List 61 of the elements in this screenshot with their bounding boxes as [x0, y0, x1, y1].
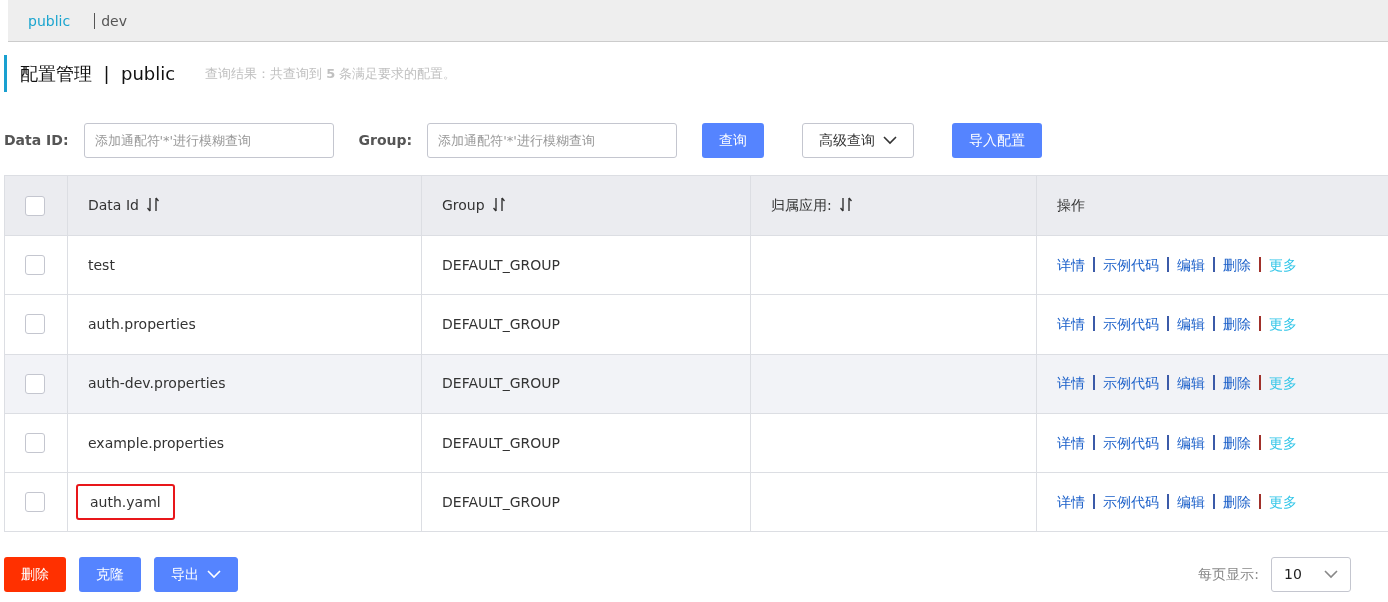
search-field[interactable]: 添加通配符'*'进行模糊查询 [427, 122, 678, 158]
action-link[interactable]: 编辑 [1177, 493, 1205, 510]
action-link[interactable]: 示例代码 [1103, 256, 1159, 273]
action-link[interactable]: 详情 [1057, 493, 1085, 510]
table-cell: test [88, 256, 115, 273]
namespace-tab[interactable]: dev [94, 12, 133, 29]
checkbox[interactable] [25, 255, 45, 276]
table-cell: DEFAULT_GROUP [442, 434, 560, 451]
action-link[interactable]: 删除 [1223, 315, 1251, 332]
column-header: Data Id [88, 197, 139, 213]
field-label: Group: [358, 130, 413, 150]
action-link[interactable]: 删除 [1223, 375, 1251, 392]
action-link[interactable]: 编辑 [1177, 375, 1205, 392]
page-title: 配置管理 | public [20, 62, 176, 86]
checkbox[interactable] [25, 373, 45, 394]
action-link[interactable]: 示例代码 [1103, 434, 1159, 451]
result-summary: 查询结果：共查询到 5 条满足要求的配置。 [205, 64, 457, 83]
action-link[interactable]: 详情 [1057, 256, 1085, 273]
table-cell: DEFAULT_GROUP [442, 256, 560, 273]
chevron-down-icon [883, 135, 898, 145]
toolbar-button[interactable]: 查询 [702, 122, 765, 158]
action-link[interactable]: 示例代码 [1103, 493, 1159, 510]
checkbox[interactable] [25, 433, 45, 454]
action-button[interactable]: 删除 [4, 557, 66, 593]
toolbar-button[interactable]: 高级查询 [802, 122, 915, 158]
page-size-label: 每页显示: [1198, 565, 1259, 585]
field-label: Data ID: [4, 130, 69, 150]
table-cell: DEFAULT_GROUP [442, 375, 560, 392]
chevron-down-icon [207, 570, 221, 580]
column-header: 归属应用: [771, 197, 832, 213]
chevron-down-icon [1324, 570, 1338, 580]
table-cell: auth.yaml [76, 483, 175, 520]
toolbar-button[interactable]: 导入配置 [952, 122, 1043, 158]
action-link[interactable]: 详情 [1057, 434, 1085, 451]
sort-icon[interactable] [839, 197, 852, 212]
action-link[interactable]: 示例代码 [1103, 375, 1159, 392]
action-link[interactable]: 详情 [1057, 315, 1085, 332]
action-link[interactable]: 编辑 [1177, 256, 1205, 273]
action-link[interactable]: 删除 [1223, 493, 1251, 510]
action-button[interactable]: 克隆 [79, 557, 141, 593]
table-cell: DEFAULT_GROUP [442, 315, 560, 332]
column-header: Group [442, 197, 485, 213]
action-link[interactable]: 编辑 [1177, 315, 1205, 332]
action-link[interactable]: 删除 [1223, 256, 1251, 273]
action-button[interactable]: 导出 [154, 557, 238, 593]
action-link[interactable]: 编辑 [1177, 434, 1205, 451]
sort-icon[interactable] [146, 197, 159, 212]
checkbox[interactable] [25, 195, 45, 216]
checkbox[interactable] [25, 314, 45, 335]
sort-icon[interactable] [492, 197, 505, 212]
action-link[interactable]: 删除 [1223, 434, 1251, 451]
action-link[interactable]: 示例代码 [1103, 315, 1159, 332]
page-size-select[interactable]: 10 [1271, 557, 1351, 593]
column-header: 操作 [1057, 197, 1085, 213]
search-field[interactable]: 添加通配符'*'进行模糊查询 [83, 122, 334, 158]
table-cell: DEFAULT_GROUP [442, 493, 560, 510]
table-cell: auth-dev.properties [88, 375, 226, 392]
table-cell: auth.properties [88, 315, 196, 332]
table-cell: example.properties [88, 434, 225, 451]
checkbox[interactable] [25, 492, 45, 513]
action-link[interactable]: 详情 [1057, 375, 1085, 392]
